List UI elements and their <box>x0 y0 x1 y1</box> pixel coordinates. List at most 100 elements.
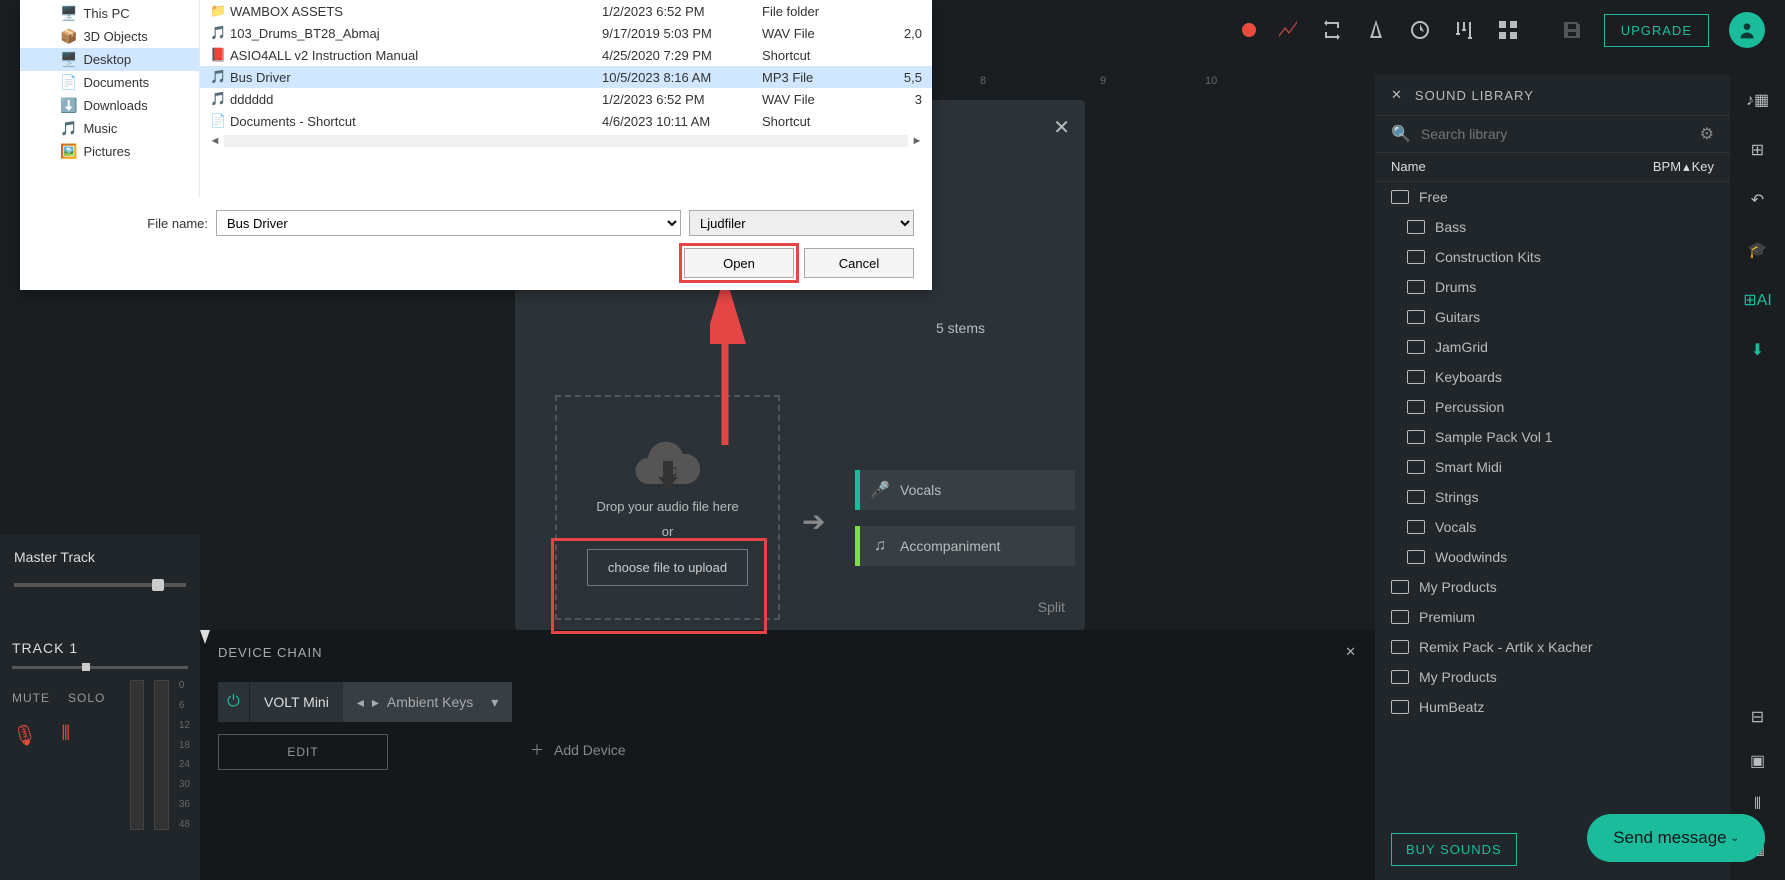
grid-icon[interactable] <box>1496 18 1520 42</box>
file-row[interactable]: 📁WAMBOX ASSETS1/2/2023 6:52 PMFile folde… <box>200 0 932 22</box>
library-folder[interactable]: My Products <box>1375 572 1730 602</box>
folder-icon <box>1391 640 1409 654</box>
cancel-button[interactable]: Cancel <box>804 248 914 278</box>
tool-icon-1[interactable]: ⊟ <box>1747 706 1769 728</box>
folder-icon <box>1407 430 1425 444</box>
master-track: Master Track <box>0 535 200 630</box>
library-folder[interactable]: Free <box>1375 182 1730 212</box>
scroll-left-icon[interactable]: ◄ <box>206 135 224 147</box>
tree-item[interactable]: ⬇️Downloads <box>20 94 199 117</box>
tree-item[interactable]: 🖼️Pictures <box>20 140 199 163</box>
preset-selector[interactable]: ◂ ▸ Ambient Keys ▾ <box>343 682 512 722</box>
metronome-icon[interactable] <box>1364 18 1388 42</box>
mixer-icon[interactable] <box>1452 18 1476 42</box>
tree-item[interactable]: 📦3D Objects <box>20 25 199 48</box>
scroll-right-icon[interactable]: ► <box>908 135 926 147</box>
tool-icon-2[interactable]: ▣ <box>1747 750 1769 772</box>
folder-icon <box>1407 520 1425 534</box>
close-icon[interactable]: ✕ <box>1053 115 1070 140</box>
file-row[interactable]: 🎵Bus Driver10/5/2023 8:16 AMMP3 File5,5 <box>200 66 932 88</box>
upgrade-button[interactable]: UPGRADE <box>1604 14 1709 47</box>
file-row[interactable]: 🎵103_Drums_BT28_Abmaj9/17/2019 5:03 PMWA… <box>200 22 932 44</box>
open-button[interactable]: Open <box>684 248 794 278</box>
master-volume-slider[interactable] <box>14 583 186 587</box>
right-sidebar: ♪▦ ⊞ ↶ 🎓 ⊞AI ⬇ ⊟ ▣ ⦀ ▦ <box>1730 75 1785 880</box>
automation-icon[interactable] <box>1276 18 1300 42</box>
search-input[interactable] <box>1421 126 1690 142</box>
file-list[interactable]: 📁WAMBOX ASSETS1/2/2023 6:52 PMFile folde… <box>200 0 932 198</box>
tuner-icon[interactable] <box>1408 18 1432 42</box>
horizontal-scrollbar[interactable]: ◄ ► <box>200 132 932 150</box>
library-folder[interactable]: Woodwinds <box>1375 542 1730 572</box>
undo-icon[interactable]: ↶ <box>1747 189 1769 211</box>
top-toolbar: UPGRADE <box>1222 0 1785 60</box>
power-icon[interactable]: ⏻ <box>218 682 250 722</box>
library-folder[interactable]: Strings <box>1375 482 1730 512</box>
add-device-button[interactable]: ＋ Add Device <box>530 740 626 760</box>
record-arm-icon[interactable]: 🎙 <box>12 723 37 748</box>
file-name-input[interactable]: Bus Driver <box>216 210 681 236</box>
save-icon[interactable] <box>1560 18 1584 42</box>
tree-item[interactable]: 🎵Music <box>20 117 199 140</box>
column-bpm[interactable]: BPM <box>1653 159 1681 175</box>
mute-button[interactable]: MUTE <box>12 691 50 705</box>
library-folder[interactable]: Vocals <box>1375 512 1730 542</box>
library-folder[interactable]: JamGrid <box>1375 332 1730 362</box>
device-item[interactable]: ⏻ VOLT Mini ◂ ▸ Ambient Keys ▾ <box>218 682 512 722</box>
file-row[interactable]: 🎵dddddd1/2/2023 6:52 PMWAV File3 <box>200 88 932 110</box>
library-folder[interactable]: HumBeatz <box>1375 692 1730 722</box>
instrument-icon[interactable]: ⦀ <box>61 723 70 748</box>
track-volume-slider[interactable] <box>12 666 188 669</box>
column-name[interactable]: Name <box>1391 159 1653 175</box>
tree-item[interactable]: 🖥️This PC <box>20 2 199 25</box>
buy-sounds-button[interactable]: BUY SOUNDS <box>1391 833 1517 866</box>
learn-icon[interactable]: 🎓 <box>1747 239 1769 261</box>
folder-tree[interactable]: 🖥️This PC📦3D Objects🖥️Desktop📄Documents⬇… <box>20 0 200 198</box>
library-folder[interactable]: Sample Pack Vol 1 <box>1375 422 1730 452</box>
choose-file-button[interactable]: choose file to upload <box>587 549 748 586</box>
file-open-dialog: 🖥️This PC📦3D Objects🖥️Desktop📄Documents⬇… <box>20 0 932 290</box>
tool-icon-3[interactable]: ⦀ <box>1747 794 1769 816</box>
loop-icon[interactable] <box>1320 18 1344 42</box>
device-chain: DEVICE CHAIN ✕ ⏻ VOLT Mini ◂ ▸ Ambient K… <box>200 630 1375 880</box>
file-row[interactable]: 📄Documents - Shortcut4/6/2023 10:11 AMSh… <box>200 110 932 132</box>
library-folder[interactable]: Smart Midi <box>1375 452 1730 482</box>
library-folder[interactable]: Percussion <box>1375 392 1730 422</box>
solo-button[interactable]: SOLO <box>68 691 105 705</box>
stems-count-label: 5 stems <box>936 320 985 336</box>
upload-cloud-icon: ♫ <box>633 429 703 489</box>
stem-item[interactable]: 🎤Vocals <box>855 470 1075 510</box>
file-row[interactable]: 📕ASIO4ALL v2 Instruction Manual4/25/2020… <box>200 44 932 66</box>
close-icon[interactable]: ✕ <box>1391 87 1403 103</box>
tree-item[interactable]: 🖥️Desktop <box>20 48 199 71</box>
column-key[interactable]: Key <box>1692 159 1714 175</box>
file-name-label: File name: <box>38 216 208 231</box>
library-folder[interactable]: Premium <box>1375 602 1730 632</box>
stem-item[interactable]: ♫Accompaniment <box>855 526 1075 566</box>
library-folder[interactable]: My Products <box>1375 662 1730 692</box>
library-folder[interactable]: Keyboards <box>1375 362 1730 392</box>
filter-icon[interactable]: ⚙ <box>1700 124 1714 144</box>
library-folder[interactable]: Remix Pack - Artik x Kacher <box>1375 632 1730 662</box>
record-icon[interactable] <box>1242 23 1256 37</box>
presets-tab-icon[interactable]: ⊞ <box>1747 139 1769 161</box>
library-folder[interactable]: Bass <box>1375 212 1730 242</box>
library-tab-icon[interactable]: ♪▦ <box>1747 89 1769 111</box>
prev-preset-icon[interactable]: ◂ <box>357 694 364 711</box>
edit-button[interactable]: EDIT <box>218 734 388 770</box>
device-name: VOLT Mini <box>250 694 343 710</box>
send-message-button[interactable]: Send message ⌄ <box>1587 814 1765 862</box>
next-preset-icon[interactable]: ▸ <box>372 694 379 711</box>
file-type-filter[interactable]: Ljudfiler <box>689 210 914 236</box>
folder-icon <box>1391 580 1409 594</box>
import-tab-icon[interactable]: ⬇ <box>1747 339 1769 361</box>
tree-item[interactable]: 📄Documents <box>20 71 199 94</box>
library-folder[interactable]: Guitars <box>1375 302 1730 332</box>
avatar[interactable] <box>1729 12 1765 48</box>
library-folder[interactable]: Drums <box>1375 272 1730 302</box>
split-button[interactable]: Split <box>1038 599 1065 615</box>
ai-tab-icon[interactable]: ⊞AI <box>1747 289 1769 311</box>
library-folder[interactable]: Construction Kits <box>1375 242 1730 272</box>
close-icon[interactable]: ✕ <box>1345 644 1357 660</box>
chevron-down-icon[interactable]: ▾ <box>491 694 498 711</box>
